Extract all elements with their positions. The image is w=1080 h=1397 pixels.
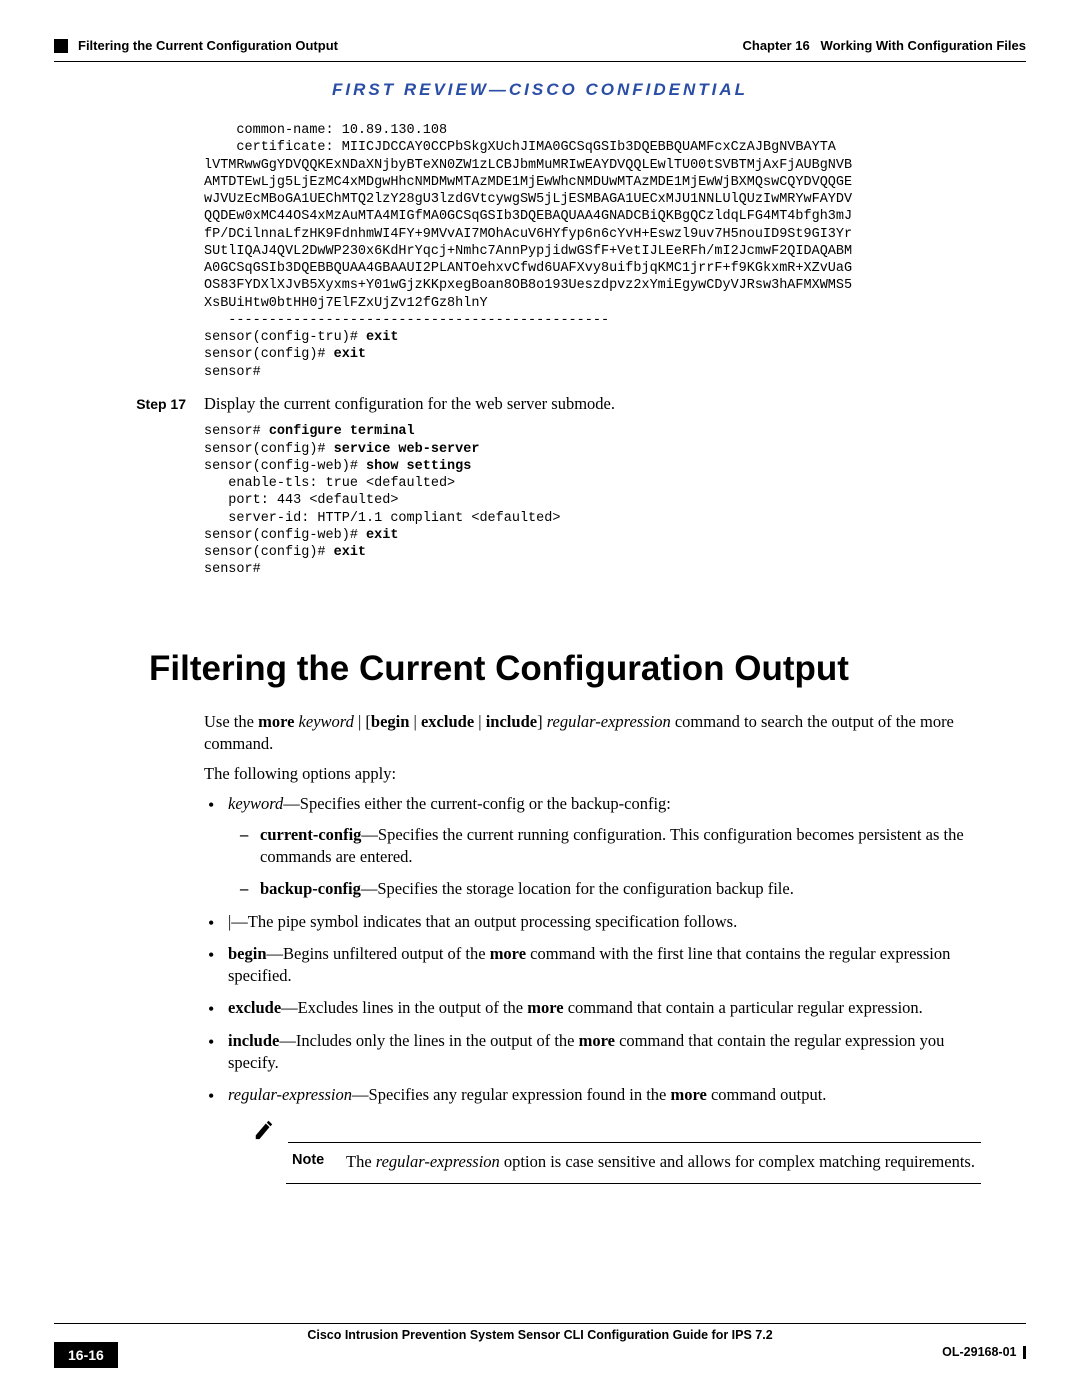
code-block-webserver: sensor# configure terminal sensor(config… [204, 423, 1026, 578]
apply-intro: The following options apply: [204, 763, 981, 785]
note-text: The regular-expression option is case se… [346, 1151, 975, 1173]
sub-option-item: current-config—Specifies the current run… [240, 824, 981, 869]
header-chapter: Chapter 16 Working With Configuration Fi… [742, 38, 1026, 53]
confidential-banner: FIRST REVIEW—CISCO CONFIDENTIAL [54, 80, 1026, 100]
running-header: Filtering the Current Configuration Outp… [54, 38, 1026, 59]
page-number-tab: 16-16 [54, 1342, 118, 1368]
note-pencil-icon [252, 1118, 278, 1146]
note-label: Note [292, 1151, 332, 1171]
intro-paragraph: Use the more keyword | [begin | exclude … [204, 711, 981, 756]
header-rule [54, 61, 1026, 62]
footer-rule [54, 1323, 1026, 1324]
page-footer: Cisco Intrusion Prevention System Sensor… [54, 1323, 1026, 1359]
step-body: Display the current configuration for th… [204, 393, 615, 415]
option-item: exclude—Excludes lines in the output of … [204, 997, 981, 1019]
note-rule-bottom [286, 1183, 981, 1184]
step-17-row: Step 17 Display the current configuratio… [54, 393, 1026, 415]
header-section-name: Filtering the Current Configuration Outp… [78, 38, 338, 53]
code-block-certificate: common-name: 10.89.130.108 certificate: … [204, 122, 1026, 381]
book-title: Cisco Intrusion Prevention System Sensor… [134, 1328, 946, 1342]
option-item: begin—Begins unfiltered output of the mo… [204, 943, 981, 988]
note-block: Note The regular-expression option is cas… [252, 1118, 981, 1184]
option-item: keyword—Specifies either the current-con… [204, 793, 981, 900]
options-list: keyword—Specifies either the current-con… [204, 793, 981, 1183]
section-body: Use the more keyword | [begin | exclude … [204, 711, 981, 1184]
step-label: Step 17 [54, 396, 204, 412]
doc-number-bar-icon [1023, 1346, 1027, 1359]
option-item: include—Includes only the lines in the o… [204, 1030, 981, 1075]
option-item: regular-expression—Specifies any regular… [204, 1084, 981, 1184]
sub-option-item: backup-config—Specifies the storage loca… [240, 878, 981, 900]
note-rule-top [288, 1142, 981, 1143]
option-item: |—The pipe symbol indicates that an outp… [204, 911, 981, 933]
sub-option-list: current-config—Specifies the current run… [228, 824, 981, 901]
section-heading: Filtering the Current Configuration Outp… [149, 649, 1026, 689]
doc-number: OL-29168-01 [942, 1345, 1016, 1359]
header-square-icon [54, 39, 68, 53]
